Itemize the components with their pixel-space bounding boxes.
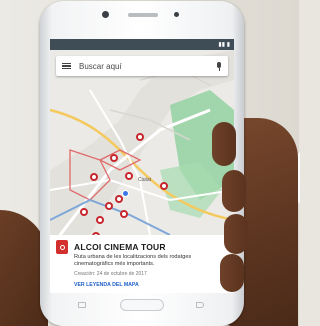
map-marker[interactable] [115,195,123,203]
map-marker[interactable] [125,172,133,180]
map-pin-icon [56,240,68,254]
map-marker[interactable] [96,216,104,224]
finger [222,170,246,212]
map-marker[interactable] [80,208,88,216]
map-marker[interactable] [160,182,168,190]
creation-date: Creación: 24 de octubre de 2017 [74,271,147,277]
current-location-icon [122,190,129,197]
map-info-card: ALCOI CINEMA TOUR Ruta urbana de les loc… [50,235,234,293]
map-view[interactable]: Buscar aquí Ciutat [50,50,234,235]
smartphone: ▮▮ ▮ Buscar aquí Ciutat ALCOI CINEMA TOU… [40,1,244,326]
map-canvas [50,50,234,235]
back-key[interactable] [196,302,204,308]
front-camera [102,11,109,18]
map-description: Ruta urbana de les localitzacions dels r… [74,254,192,267]
thumb [212,122,236,166]
view-legend-link[interactable]: VER LEYENDA DEL MAPA [74,282,139,288]
phone-screen: ▮▮ ▮ Buscar aquí Ciutat ALCOI CINEMA TOU… [50,39,234,293]
map-marker[interactable] [136,133,144,141]
search-input[interactable]: Buscar aquí [79,62,216,71]
map-marker[interactable] [120,210,128,218]
finger [224,214,248,254]
map-title: ALCOI CINEMA TOUR [74,242,166,252]
sensor [174,12,179,17]
home-button[interactable] [120,299,164,311]
search-bar[interactable]: Buscar aquí [56,56,228,76]
status-bar: ▮▮ ▮ [50,39,234,50]
recent-apps-key[interactable] [78,302,86,308]
map-place-label: Ciutat [138,177,152,183]
microphone-icon[interactable] [216,61,222,71]
hamburger-menu-icon[interactable] [62,62,71,70]
map-marker[interactable] [110,154,118,162]
earpiece-speaker [128,13,158,17]
map-marker[interactable] [90,173,98,181]
finger [220,254,244,292]
map-marker[interactable] [105,202,113,210]
